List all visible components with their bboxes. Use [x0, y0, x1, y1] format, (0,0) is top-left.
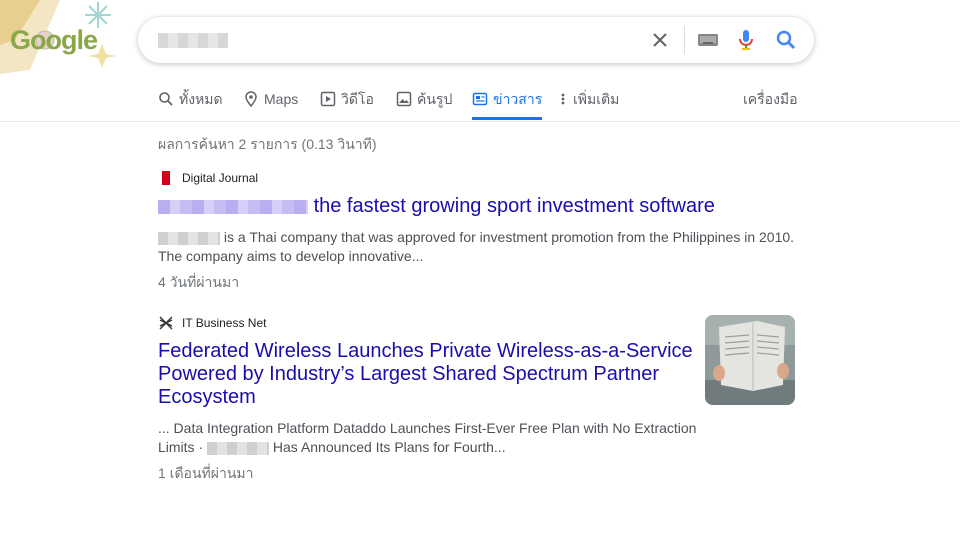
redacted-title-text [158, 199, 308, 214]
source-name: Digital Journal [182, 171, 259, 185]
tab-images[interactable]: ค้นรูป [396, 86, 452, 120]
snippet-line-2-suffix: Has Announced Its Plans for Fourth... [272, 439, 506, 455]
tools-button[interactable]: เครื่องมือ [743, 86, 798, 112]
video-icon [320, 91, 336, 107]
tab-label: ค้นรูป [417, 91, 453, 107]
tab-maps[interactable]: Maps [243, 86, 298, 120]
tab-news[interactable]: ข่าวสาร [472, 86, 543, 120]
result-thumbnail[interactable] [705, 315, 795, 405]
logo-text: Google [10, 25, 98, 55]
it-business-net-favicon-icon [158, 315, 174, 331]
result-source[interactable]: Digital Journal [158, 169, 798, 187]
snippet-line-1: is a Thai company that was approved for … [223, 229, 795, 245]
redacted-company-name [158, 231, 220, 245]
microphone-icon[interactable] [734, 28, 758, 52]
more-vertical-icon [561, 93, 565, 105]
tab-label: ทั้งหมด [179, 91, 223, 107]
snippet-line-1: ... Data Integration Platform Dataddo La… [158, 420, 697, 436]
snippet-line-2-prefix: Limits · [158, 439, 204, 455]
tabs-divider [0, 121, 960, 122]
clear-icon[interactable] [648, 28, 672, 52]
search-icon[interactable] [774, 28, 798, 52]
redacted-company-name [207, 441, 270, 455]
result-snippet: ... Data Integration Platform Dataddo La… [158, 419, 698, 457]
tab-label: เพิ่มเติม [573, 91, 620, 107]
result-snippet: is a Thai company that was approved for … [158, 228, 798, 266]
news-result: Digital Journal the fastest growing spor… [158, 169, 798, 294]
news-icon [472, 92, 488, 106]
result-stats: ผลการค้นหา 2 รายการ (0.13 วินาที) [158, 136, 377, 152]
search-icon [159, 92, 173, 106]
tab-more[interactable]: เพิ่มเติม [558, 86, 619, 120]
snippet-line-2: The company aims to develop innovative..… [158, 248, 424, 264]
newspaper-reader-image [705, 315, 795, 405]
image-icon [396, 91, 412, 107]
tab-label: วิดีโอ [341, 91, 374, 107]
result-source[interactable]: IT Business Net [158, 314, 698, 332]
search-box[interactable] [138, 17, 814, 63]
result-date: 1 เดือนที่ผ่านมา [158, 465, 254, 481]
tab-all[interactable]: ทั้งหมด [158, 86, 223, 120]
map-pin-icon [245, 91, 257, 107]
tab-label: Maps [264, 91, 299, 107]
digital-journal-favicon-icon [158, 170, 174, 186]
result-title: the fastest growing sport investment sof… [313, 195, 715, 217]
tab-label: ข่าวสาร [493, 91, 543, 107]
source-name: IT Business Net [182, 316, 267, 330]
news-result: IT Business Net Federated Wireless Launc… [158, 314, 698, 485]
search-query-redacted[interactable] [158, 33, 228, 48]
result-title-link[interactable]: the fastest growing sport investment sof… [158, 195, 798, 218]
search-divider [684, 26, 685, 54]
result-title-link[interactable]: Federated Wireless Launches Private Wire… [158, 340, 698, 409]
tab-videos[interactable]: วิดีโอ [320, 86, 374, 120]
google-doodle-logo[interactable]: Google [0, 0, 122, 74]
keyboard-icon[interactable] [696, 28, 720, 52]
result-date: 4 วันที่ผ่านมา [158, 274, 240, 290]
